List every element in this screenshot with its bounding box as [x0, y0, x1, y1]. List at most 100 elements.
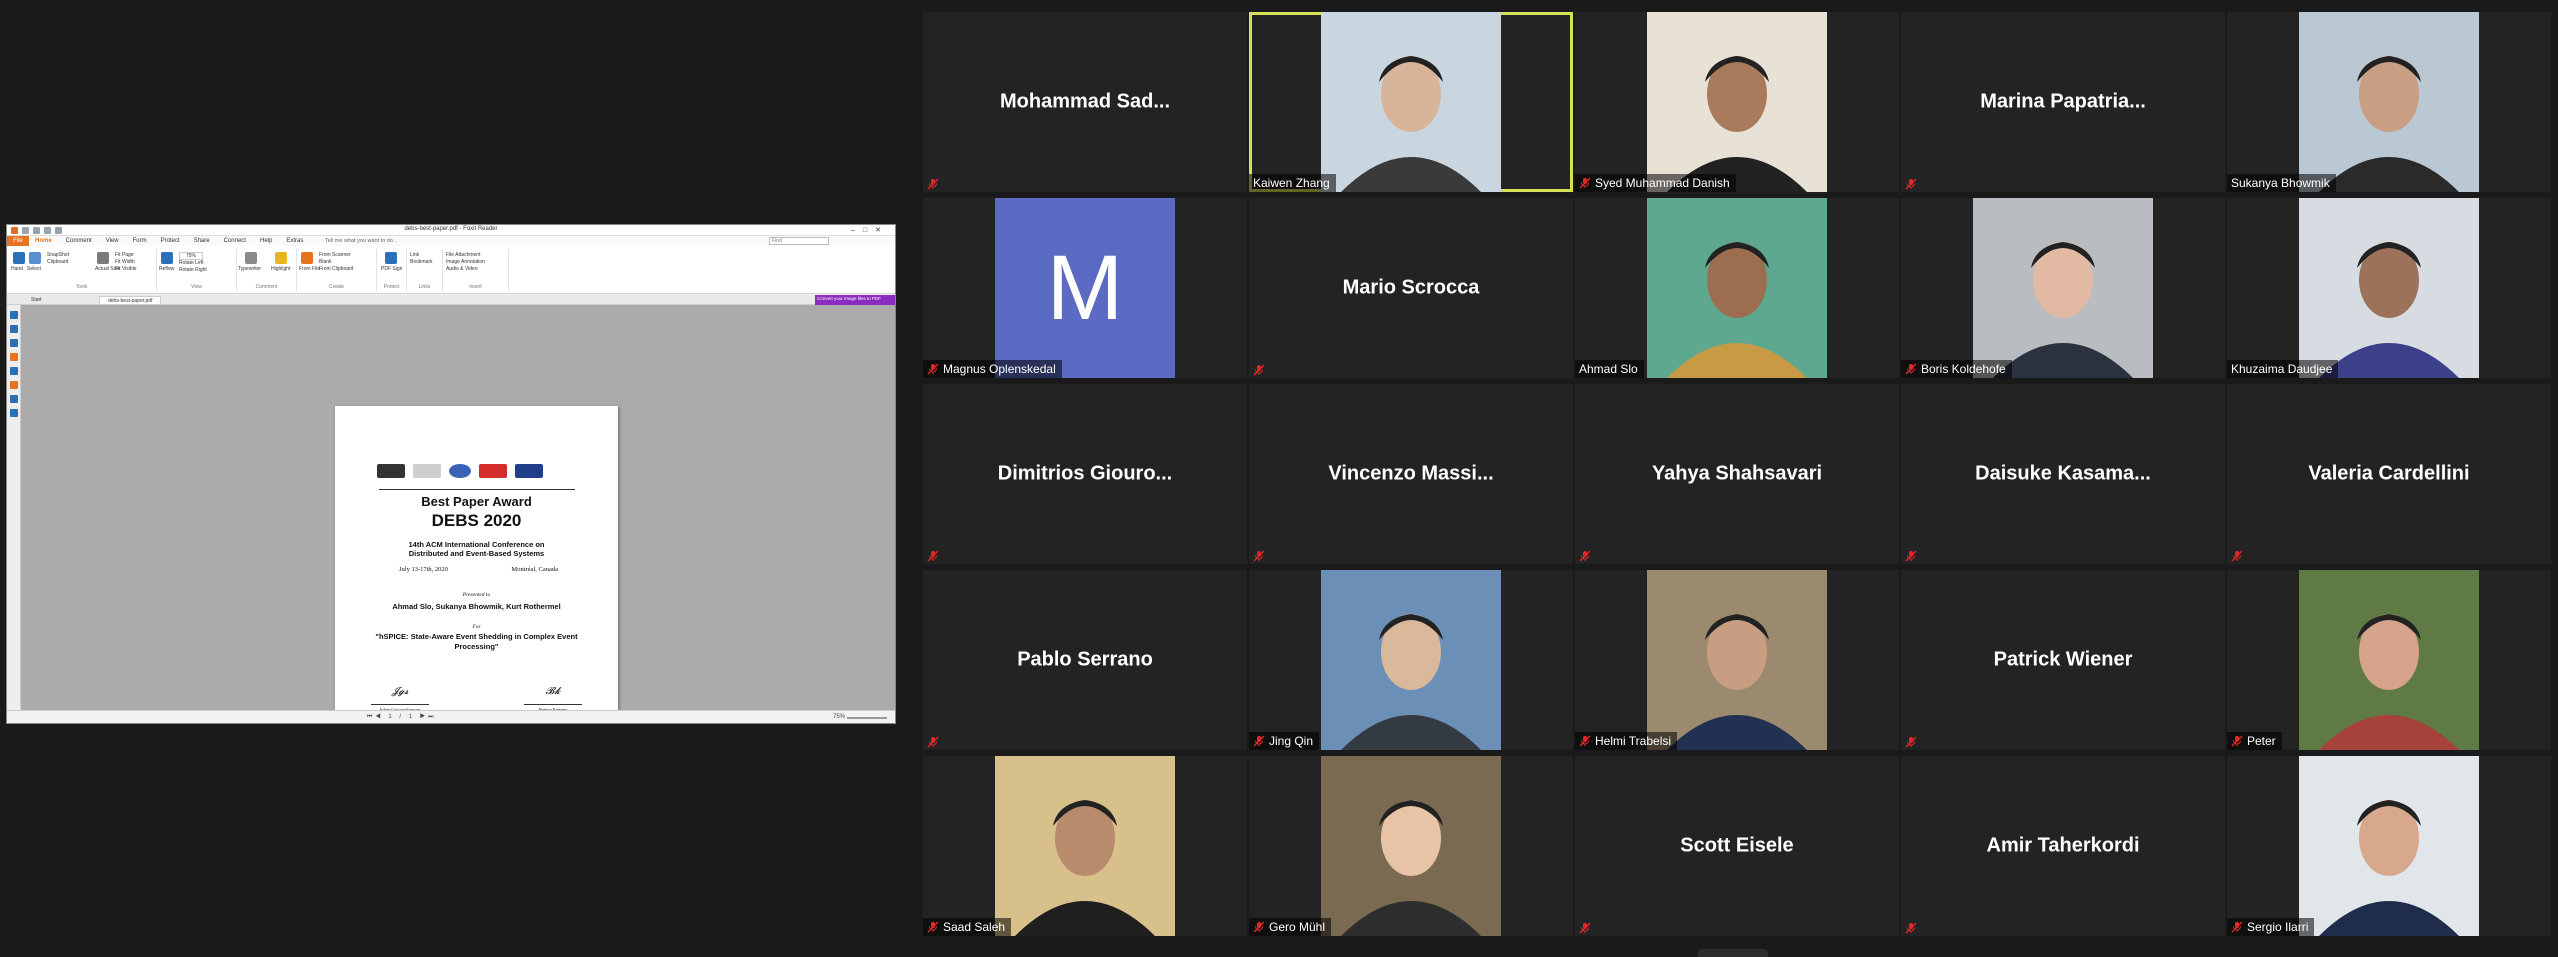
- ribbon-tab-extras[interactable]: Extras: [286, 236, 303, 246]
- from-scanner-button[interactable]: From Scanner: [319, 252, 351, 258]
- document-tab-bar: Start debs-best-paper.pdf Convert your I…: [7, 295, 895, 307]
- zoom-level[interactable]: 75%: [833, 714, 845, 720]
- participant-tile-gero-m-hl[interactable]: Gero Mühl: [1249, 756, 1573, 936]
- participant-tile-mohammad-sad[interactable]: Mohammad Sad...: [923, 12, 1247, 192]
- participant-tile-peter[interactable]: Peter: [2227, 570, 2551, 750]
- window-controls[interactable]: –□✕: [851, 226, 889, 234]
- ribbon-tab-view[interactable]: View: [106, 236, 119, 246]
- image-annotation-button[interactable]: Image Annotation: [446, 259, 485, 265]
- select-icon[interactable]: [29, 252, 41, 264]
- from-file-icon[interactable]: [301, 252, 313, 264]
- participant-tile-helmi-trabelsi[interactable]: Helmi Trabelsi: [1575, 570, 1899, 750]
- comments-icon[interactable]: [10, 367, 18, 375]
- participant-tile-ahmad-slo[interactable]: Ahmad Slo: [1575, 198, 1899, 378]
- blank-button[interactable]: Blank: [319, 259, 332, 265]
- participant-tile-syed-muhammad-danish[interactable]: Syed Muhammad Danish: [1575, 12, 1899, 192]
- start-tab[interactable]: Start: [31, 297, 42, 303]
- select-label: Select: [27, 266, 41, 272]
- protect-group: PDF Sign Protect: [377, 249, 407, 291]
- ribbon-tab-protect[interactable]: Protect: [161, 236, 180, 246]
- participant-tile-saad-saleh[interactable]: Saad Saleh: [923, 756, 1247, 936]
- participant-tile-scott-eisele[interactable]: Scott Eisele: [1575, 756, 1899, 936]
- audio-video-button[interactable]: Audio & Video: [446, 266, 478, 272]
- security-icon[interactable]: [10, 409, 18, 417]
- links-group-label: Links: [418, 284, 431, 290]
- find-input[interactable]: Find: [769, 237, 829, 245]
- ribbon-tab-comment[interactable]: Comment: [66, 236, 92, 246]
- participant-tile-daisuke-kasama[interactable]: Daisuke Kasama...: [1901, 384, 2225, 564]
- tell-me-field[interactable]: Tell me what you want to do...: [325, 236, 397, 246]
- participant-tile-magnus-oplenskedal[interactable]: M Magnus Oplenskedal: [923, 198, 1247, 378]
- participant-tile-pablo-serrano[interactable]: Pablo Serrano: [923, 570, 1247, 750]
- ribbon-tab-share[interactable]: Share: [194, 236, 210, 246]
- page-navigator[interactable]: ⏮◀ 1 / 1 ▶⏭: [367, 714, 437, 721]
- muted-mic-icon: [1905, 363, 1917, 375]
- pages-icon[interactable]: [10, 339, 18, 347]
- rotate-right-button[interactable]: Rotate Right: [179, 267, 207, 273]
- participant-tile-jing-qin[interactable]: Jing Qin: [1249, 570, 1573, 750]
- zoom-select[interactable]: 75%: [179, 252, 204, 260]
- layers-icon[interactable]: [10, 353, 18, 361]
- ribbon-tab-list[interactable]: Home Comment View Form Protect Share Connect He…: [35, 236, 303, 246]
- bookmarks-icon[interactable]: [10, 325, 18, 333]
- participant-tile-khuzaima-daudjee[interactable]: Khuzaima Daudjee: [2227, 198, 2551, 378]
- bookmark-button[interactable]: Bookmark: [410, 259, 433, 265]
- reflow-icon[interactable]: [161, 252, 173, 264]
- highlight-icon[interactable]: [275, 252, 287, 264]
- from-clipboard-button[interactable]: From Clipboard: [319, 266, 353, 272]
- participant-label-text: Khuzaima Daudjee: [2231, 362, 2333, 376]
- link-button[interactable]: Link: [410, 252, 419, 258]
- pdf-page: Best Paper Award DEBS 2020 14th ACM Inte…: [335, 406, 618, 723]
- pdf-sign-icon[interactable]: [385, 252, 397, 264]
- ribbon-tab-form[interactable]: Form: [133, 236, 147, 246]
- fit-page-button[interactable]: Fit Page: [115, 252, 134, 258]
- hand-tool-icon[interactable]: [10, 311, 18, 319]
- hand-icon[interactable]: [13, 252, 25, 264]
- participant-label-text: Peter: [2247, 734, 2276, 748]
- file-attachment-button[interactable]: File Attachment: [446, 252, 480, 258]
- attachments-icon[interactable]: [10, 381, 18, 389]
- participant-tile-dimitrios-giouro[interactable]: Dimitrios Giouro...: [923, 384, 1247, 564]
- participant-video: [1647, 12, 1827, 192]
- links-group: Link Bookmark Links: [407, 249, 443, 291]
- participant-tile-mario-scrocca[interactable]: Mario Scrocca: [1249, 198, 1573, 378]
- participant-tile-kaiwen-zhang[interactable]: Kaiwen Zhang: [1249, 12, 1573, 192]
- shared-screen[interactable]: debs-best-paper.pdf - Foxit Reader –□✕ F…: [6, 224, 896, 724]
- navigation-panel[interactable]: [7, 305, 21, 710]
- snapshot-button[interactable]: SnapShot: [47, 252, 69, 258]
- create-group-label: Create: [328, 284, 344, 290]
- typewriter-icon[interactable]: [245, 252, 257, 264]
- muted-mic-icon: [1253, 549, 1265, 562]
- participant-label-text: Magnus Oplenskedal: [943, 362, 1056, 376]
- participant-tile-sukanya-bhowmik[interactable]: Sukanya Bhowmik: [2227, 12, 2551, 192]
- document-tab[interactable]: debs-best-paper.pdf: [99, 296, 162, 305]
- participant-tile-yahya-shahsavari[interactable]: Yahya Shahsavari: [1575, 384, 1899, 564]
- ribbon-tab-home[interactable]: Home: [35, 236, 52, 246]
- participant-tile-amir-taherkordi[interactable]: Amir Taherkordi: [1901, 756, 2225, 936]
- highlight-label: Highlight: [271, 266, 291, 272]
- ribbon-tab-connect[interactable]: Connect: [224, 236, 246, 246]
- zoom-slider[interactable]: [847, 717, 887, 719]
- status-bar: ⏮◀ 1 / 1 ▶⏭ 75%: [7, 710, 895, 723]
- participant-label: Magnus Oplenskedal: [923, 360, 1062, 378]
- participant-tile-patrick-wiener[interactable]: Patrick Wiener: [1901, 570, 2225, 750]
- document-canvas[interactable]: Best Paper Award DEBS 2020 14th ACM Inte…: [21, 305, 895, 723]
- participant-tile-boris-koldehofe[interactable]: Boris Koldehofe: [1901, 198, 2225, 378]
- file-tab[interactable]: File: [7, 236, 29, 246]
- rotate-left-button[interactable]: Rotate Left: [179, 260, 203, 266]
- fit-width-button[interactable]: Fit Width: [115, 259, 135, 265]
- ribbon-tab-help[interactable]: Help: [260, 236, 272, 246]
- clipboard-button[interactable]: Clipboard: [47, 259, 68, 265]
- page-number[interactable]: 1 / 1: [388, 714, 415, 720]
- fit-visible-button[interactable]: Fit Visible: [115, 266, 137, 272]
- participant-tile-marina-papatria[interactable]: Marina Papatria...: [1901, 12, 2225, 192]
- participant-tile-vincenzo-massi[interactable]: Vincenzo Massi...: [1249, 384, 1573, 564]
- participant-label-text: Kaiwen Zhang: [1253, 176, 1330, 190]
- participant-label: Boris Koldehofe: [1901, 360, 2012, 378]
- actual-size-icon[interactable]: [97, 252, 109, 264]
- signature-icon[interactable]: [10, 395, 18, 403]
- protect-group-label: Protect: [383, 284, 400, 290]
- participant-tile-valeria-cardellini[interactable]: Valeria Cardellini: [2227, 384, 2551, 564]
- toolbar-handle[interactable]: [1698, 949, 1768, 957]
- participant-tile-sergio-ilarri[interactable]: Sergio Ilarri: [2227, 756, 2551, 936]
